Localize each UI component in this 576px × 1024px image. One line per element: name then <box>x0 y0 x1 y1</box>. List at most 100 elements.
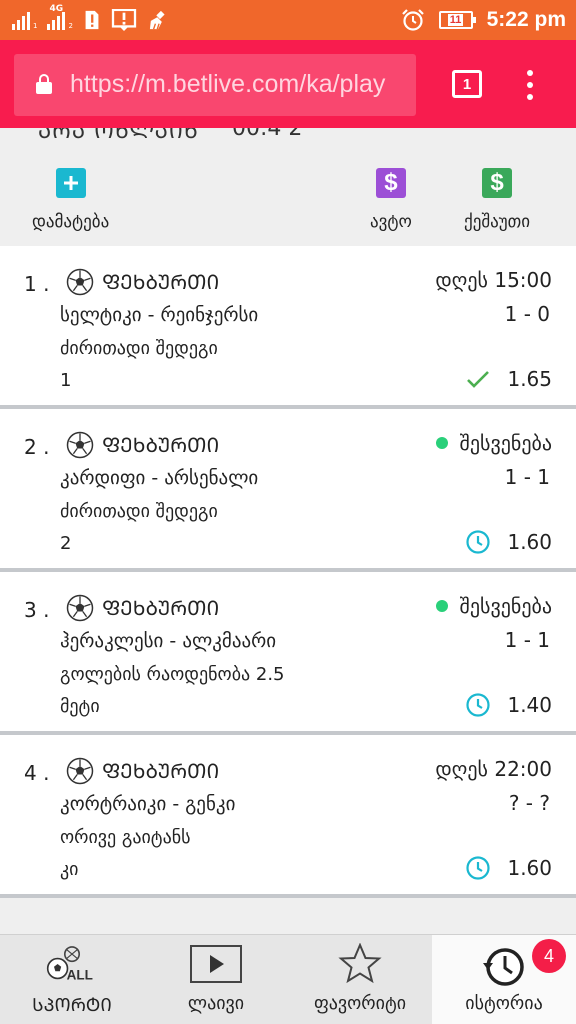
cleaner-icon <box>149 10 165 30</box>
match-time-text: დღეს 15:00 <box>435 268 552 292</box>
soccer-ball-icon <box>66 268 94 296</box>
battery-icon: 11 <box>438 11 476 29</box>
clock-icon <box>466 693 491 717</box>
signal-4g-icon: 4G 2 <box>47 4 73 30</box>
bet-list: 1 . ᲤᲔᲮᲑᲣᲠᲗᲘ დღეს 15:00 სელტიკი - რეინჯე… <box>0 246 576 898</box>
add-button-label: დამატება <box>32 212 110 232</box>
bet-item[interactable]: 3 . ᲤᲔᲮᲑᲣᲠᲗᲘ შესვენება ჰერაკლესი - ალკმა… <box>0 572 576 735</box>
match-score: ? - ? <box>508 791 550 815</box>
sports-all-icon-text: ALL <box>67 967 93 982</box>
sports-all-icon: ALL <box>46 946 93 982</box>
clock-time: 5:22 pm <box>486 8 566 31</box>
odds-block: 1.60 <box>465 529 552 555</box>
bet-market: ძირითადი შედეგი <box>60 501 218 522</box>
bet-pick: კი <box>60 859 79 880</box>
clipped-header-left: ᲐᲠᲐ ᲝᲜᲚᲐᲘᲜ <box>38 128 199 144</box>
url-field[interactable]: https://m.betlive.com/ka/play <box>14 54 416 116</box>
bet-number: 3 . <box>24 598 50 622</box>
match-time: დღეს 15:00 <box>435 268 552 292</box>
sport-label: ᲤᲔᲮᲑᲣᲠᲗᲘ <box>102 270 220 294</box>
nav-label-sports: ᲡᲞᲝᲠᲢᲘ <box>32 995 112 1016</box>
bet-item[interactable]: 4 . ᲤᲔᲮᲑᲣᲠᲗᲘ დღეს 22:00 კორტრაიკი - გენკ… <box>0 735 576 898</box>
match-teams: კარდიფი - არსენალი <box>60 467 259 489</box>
signal-icon: 1 <box>12 10 37 30</box>
cashout-button[interactable]: $ ქეშაუთი <box>464 168 530 232</box>
live-indicator-icon <box>435 599 448 612</box>
alarm-icon <box>401 9 424 31</box>
match-time-text: დღეს 22:00 <box>435 757 552 781</box>
match-time: შესვენება <box>435 594 552 618</box>
match-score: 1 - 1 <box>504 465 550 489</box>
match-time-text: შესვენება <box>459 594 552 618</box>
bet-number: 1 . <box>24 272 50 296</box>
bet-market: ძირითადი შედეგი <box>60 338 218 359</box>
bet-odds: 1.60 <box>507 530 552 554</box>
status-bar-right: 11 5:22 pm <box>401 0 566 40</box>
bottom-navigation: ALL ᲡᲞᲝᲠᲢᲘ ლაივი ფავორიტი 4 ისტორია <box>0 934 576 1024</box>
auto-button[interactable]: $ ავტო <box>370 168 412 232</box>
add-button[interactable]: დამატება <box>32 168 109 232</box>
live-play-icon <box>190 945 242 983</box>
nav-label-live: ლაივი <box>187 993 245 1014</box>
bet-item[interactable]: 2 . ᲤᲔᲮᲑᲣᲠᲗᲘ შესვენება კარდიფი - არსენალ… <box>0 409 576 572</box>
match-teams: ჰერაკლესი - ალკმაარი <box>60 630 277 652</box>
sim-alert-icon <box>85 10 99 30</box>
clock-icon <box>466 856 491 880</box>
odds-block: 1.40 <box>465 692 552 718</box>
network-type-label: 4G <box>49 4 64 14</box>
tabs-icon[interactable]: 1 <box>452 70 482 98</box>
soccer-ball-icon <box>66 431 94 459</box>
lock-icon <box>36 74 52 94</box>
list-bottom-gap <box>0 912 576 934</box>
clock-icon <box>466 530 491 554</box>
sport-label: ᲤᲔᲮᲑᲣᲠᲗᲘ <box>102 759 220 783</box>
star-icon <box>338 943 382 984</box>
cashout-button-label: ქეშაუთი <box>464 212 531 232</box>
bet-pick: მეტი <box>60 696 100 717</box>
nav-item-live[interactable]: ლაივი <box>144 935 288 1024</box>
bet-pick: 2 <box>60 533 72 554</box>
bet-number: 4 . <box>24 761 50 785</box>
browser-toolbar: https://m.betlive.com/ka/play 1 <box>0 40 576 128</box>
dollar-icon: $ <box>482 168 513 198</box>
soccer-ball-icon <box>66 594 94 622</box>
betslip-actions: ᲐᲠᲐ ᲝᲜᲚᲐᲘᲜ 00:4 2 დამატება $ ავტო $ ქეშა… <box>0 128 576 246</box>
auto-button-label: ავტო <box>370 212 412 232</box>
match-teams: კორტრაიკი - გენკი <box>60 793 236 815</box>
dollar-icon: $ <box>375 168 406 198</box>
plus-icon <box>55 168 86 198</box>
battery-level: 11 <box>447 14 464 26</box>
bet-market: გოლების რაოდენობა 2.5 <box>60 664 285 685</box>
match-score: 1 - 0 <box>504 302 550 326</box>
bet-odds: 1.65 <box>507 367 552 391</box>
bet-pick: 1 <box>60 370 72 391</box>
nav-label-favorites: ფავორიტი <box>313 993 407 1014</box>
url-text[interactable]: https://m.betlive.com/ka/play <box>70 70 385 99</box>
match-score: 1 - 1 <box>504 628 550 652</box>
nav-item-favorites[interactable]: ფავორიტი <box>288 935 432 1024</box>
notification-alert-icon <box>111 9 137 31</box>
status-bar: 1 4G 2 11 5:22 pm <box>0 0 576 40</box>
history-clock-icon <box>483 948 524 986</box>
status-bar-left: 1 4G 2 <box>12 4 173 34</box>
odds-block: 1.65 <box>465 366 552 392</box>
menu-icon[interactable] <box>520 68 540 102</box>
clipped-header-right: 00:4 2 <box>232 128 303 141</box>
live-indicator-icon <box>435 436 448 449</box>
bet-item[interactable]: 1 . ᲤᲔᲮᲑᲣᲠᲗᲘ დღეს 15:00 სელტიკი - რეინჯე… <box>0 246 576 409</box>
bet-odds: 1.40 <box>507 693 552 717</box>
match-time: შესვენება <box>435 431 552 455</box>
check-icon <box>467 371 490 388</box>
match-time: დღეს 22:00 <box>435 757 552 781</box>
sport-label: ᲤᲔᲮᲑᲣᲠᲗᲘ <box>102 433 220 457</box>
bet-number: 2 . <box>24 435 50 459</box>
sport-label: ᲤᲔᲮᲑᲣᲠᲗᲘ <box>102 596 220 620</box>
odds-block: 1.60 <box>465 855 552 881</box>
nav-item-sports[interactable]: ALL ᲡᲞᲝᲠᲢᲘ <box>0 935 144 1024</box>
tab-count: 1 <box>462 75 472 93</box>
soccer-ball-icon <box>66 757 94 785</box>
nav-label-history: ისტორია <box>465 993 543 1014</box>
history-badge: 4 <box>532 939 566 973</box>
nav-item-history[interactable]: 4 ისტორია <box>432 935 576 1024</box>
bet-market: ორივე გაიტანს <box>60 827 191 848</box>
